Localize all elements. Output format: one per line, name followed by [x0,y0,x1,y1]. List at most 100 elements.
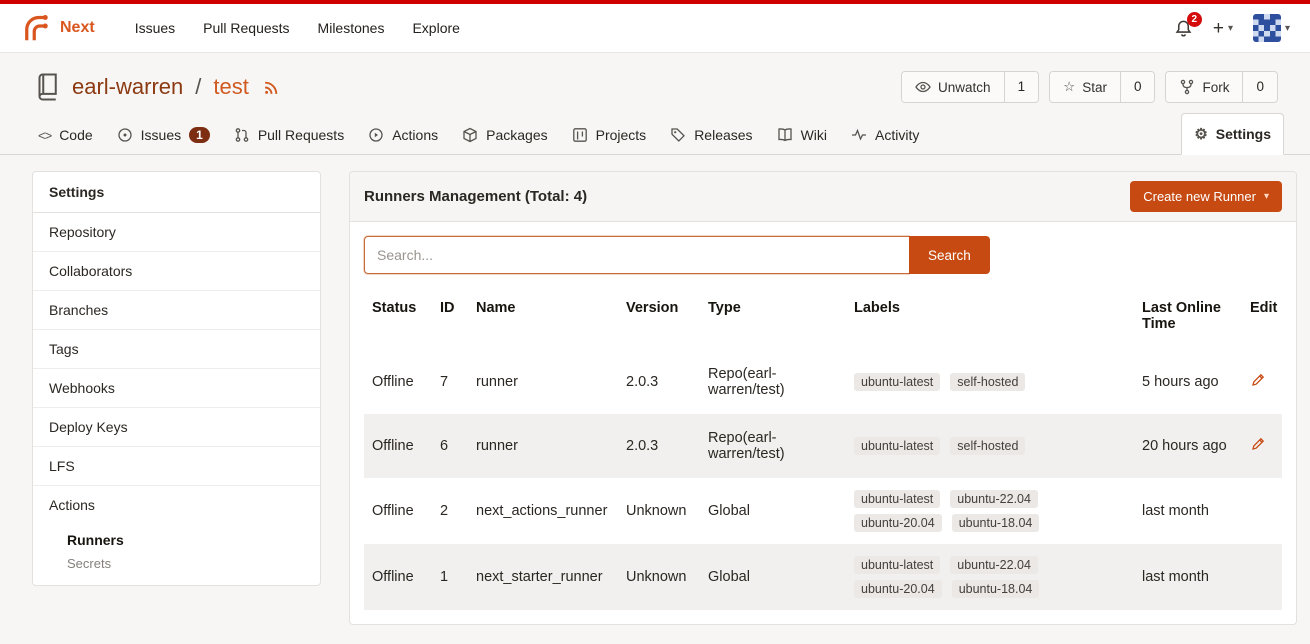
runner-labels: ubuntu-latest ubuntu-22.04 ubuntu-20.04 … [846,544,1134,610]
create-new-menu[interactable]: + ▾ [1213,19,1233,38]
avatar [1253,14,1281,42]
tab-packages[interactable]: Packages [450,116,559,154]
runner-type: Repo(earl-warren/test) [700,414,846,478]
runner-row: Offline 7 runner 2.0.3 Repo(earl-warren/… [364,350,1282,414]
pull-request-icon [234,127,250,143]
label-chip: ubuntu-latest [854,437,940,455]
fork-button[interactable]: Fork [1166,72,1242,102]
tab-settings[interactable]: ⚙ Settings [1181,113,1284,155]
repo-name-link[interactable]: test [213,74,248,100]
forgejo-logo-icon[interactable] [20,13,50,43]
settings-sidebar: Settings Repository Collaborators Branch… [32,171,321,586]
runner-last-online: 5 hours ago [1134,350,1242,414]
runner-status: Offline [364,544,432,610]
brand-link[interactable]: Next [60,19,95,37]
star-button[interactable]: ☆ Star [1050,72,1120,102]
gear-icon: ⚙ [1194,125,1207,143]
tab-issues[interactable]: Issues 1 [105,116,222,154]
chevron-down-icon: ▾ [1228,23,1233,34]
label-chip: ubuntu-latest [854,373,940,391]
runners-table: Status ID Name Version Type Labels Last … [364,286,1282,610]
star-label: Star [1082,80,1107,95]
notification-badge: 2 [1187,12,1202,27]
tab-wiki[interactable]: Wiki [765,116,839,154]
tab-projects[interactable]: Projects [560,116,659,154]
runner-row: Offline 6 runner 2.0.3 Repo(earl-warren/… [364,414,1282,478]
project-board-icon [572,127,588,143]
panel-header: Runners Management (Total: 4) Create new… [350,172,1296,222]
star-icon: ☆ [1063,79,1075,95]
label-chip: self-hosted [950,373,1025,391]
notifications-button[interactable]: 2 [1174,19,1193,38]
label-chip: ubuntu-18.04 [952,580,1040,598]
user-menu[interactable]: ▾ [1253,14,1290,42]
col-version: Version [618,286,700,350]
sidebar-item-tags[interactable]: Tags [33,329,320,368]
nav-item-milestones[interactable]: Milestones [304,10,399,46]
plus-icon: + [1213,19,1224,38]
sidebar-item-webhooks[interactable]: Webhooks [33,368,320,407]
sidebar-item-actions[interactable]: Actions [33,485,320,524]
navbar: Next Issues Pull Requests Milestones Exp… [0,4,1310,53]
runner-type: Repo(earl-warren/test) [700,350,846,414]
label-chip: ubuntu-20.04 [854,514,942,532]
search-input[interactable] [364,236,909,274]
sidebar-item-repository[interactable]: Repository [33,213,320,251]
stars-count[interactable]: 0 [1120,72,1155,102]
edit-runner-button[interactable] [1250,372,1266,388]
runner-last-online: last month [1134,544,1242,610]
sidebar-item-lfs[interactable]: LFS [33,446,320,485]
tag-icon [670,127,686,143]
issues-count-badge: 1 [189,127,210,143]
sidebar-subitem-runners[interactable]: Runners [67,526,304,554]
tab-code[interactable]: <> Code [26,116,105,154]
sidebar-subitem-secrets[interactable]: Secrets [67,554,304,573]
issue-icon [117,127,133,143]
chevron-down-icon: ▾ [1264,191,1269,202]
table-header-row: Status ID Name Version Type Labels Last … [364,286,1282,350]
runner-name: runner [468,350,618,414]
watchers-count[interactable]: 1 [1004,72,1039,102]
runner-name: next_starter_runner [468,544,618,610]
tab-pull-requests[interactable]: Pull Requests [222,116,356,154]
runners-panel: Runners Management (Total: 4) Create new… [349,171,1297,625]
unwatch-label: Unwatch [938,80,991,95]
nav-item-explore[interactable]: Explore [398,10,473,46]
repo-icon [32,72,62,102]
sidebar-item-deploy-keys[interactable]: Deploy Keys [33,407,320,446]
tab-activity[interactable]: Activity [839,116,931,154]
runner-name: runner [468,414,618,478]
tab-actions[interactable]: Actions [356,116,450,154]
runner-version: 2.0.3 [618,350,700,414]
search-button[interactable]: Search [909,236,990,274]
unwatch-button[interactable]: Unwatch [902,72,1004,102]
runner-last-online: 20 hours ago [1134,414,1242,478]
runner-row: Offline 2 next_actions_runner Unknown Gl… [364,478,1282,544]
fork-button-group: Fork 0 [1165,71,1278,103]
runner-status: Offline [364,478,432,544]
watch-button-group: Unwatch 1 [901,71,1039,103]
star-button-group: ☆ Star 0 [1049,71,1155,103]
runner-id: 6 [432,414,468,478]
label-chip: ubuntu-latest [854,556,940,574]
fork-label: Fork [1202,80,1229,95]
actions-submenu: Runners Secrets [33,524,320,585]
repo-owner-link[interactable]: earl-warren [72,74,183,100]
col-type: Type [700,286,846,350]
label-chip: ubuntu-18.04 [952,514,1040,532]
runner-status: Offline [364,350,432,414]
main-nav: Issues Pull Requests Milestones Explore [121,10,474,46]
runner-version: Unknown [618,544,700,610]
content: Settings Repository Collaborators Branch… [0,155,1310,641]
nav-item-pull-requests[interactable]: Pull Requests [189,10,303,46]
chevron-down-icon: ▾ [1285,23,1290,34]
edit-runner-button[interactable] [1250,436,1266,452]
create-runner-button[interactable]: Create new Runner ▾ [1130,181,1282,212]
forks-count[interactable]: 0 [1242,72,1277,102]
rss-feed-icon[interactable] [263,79,280,96]
nav-item-issues[interactable]: Issues [121,10,189,46]
tab-releases[interactable]: Releases [658,116,764,154]
sidebar-item-branches[interactable]: Branches [33,290,320,329]
sidebar-item-collaborators[interactable]: Collaborators [33,251,320,290]
book-icon [777,127,793,143]
